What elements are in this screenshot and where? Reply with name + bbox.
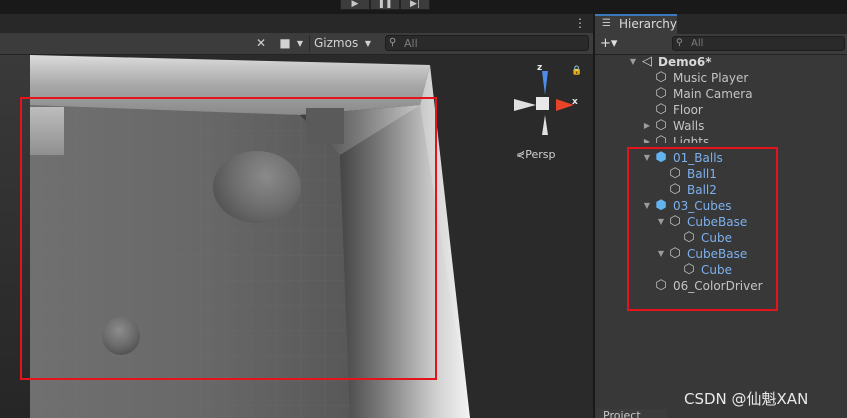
- hierarchy-item-label: Main Camera: [673, 87, 753, 101]
- tools-icon[interactable]: ✕: [251, 35, 271, 52]
- hierarchy-search-input[interactable]: All: [672, 36, 845, 51]
- gizmo-x-label: x: [572, 97, 578, 107]
- hierarchy-item[interactable]: ▶ ⬡ Walls: [595, 118, 847, 134]
- play-icon[interactable]: ▶: [340, 0, 370, 10]
- hierarchy-item[interactable]: ⬡ Floor: [595, 102, 847, 118]
- hierarchy-item-label: Walls: [673, 119, 705, 133]
- watermark: CSDN @仙魁XAN: [684, 390, 809, 408]
- persp-label: Persp: [525, 148, 556, 161]
- scene-menu-icon[interactable]: ⋮: [573, 15, 587, 31]
- hierarchy-item-label: Floor: [673, 103, 703, 117]
- lock-icon[interactable]: 🔒: [571, 65, 582, 77]
- hierarchy-item[interactable]: ⬡ Music Player: [595, 70, 847, 86]
- scene-name: Demo6*: [658, 55, 712, 69]
- gameobject-icon: ⬡: [655, 86, 667, 101]
- expand-arrow-icon[interactable]: ▼: [628, 54, 638, 70]
- scene-highlight-box: [20, 97, 437, 380]
- gizmo-center-cube[interactable]: [536, 97, 549, 110]
- tab-project[interactable]: Project: [597, 409, 667, 418]
- gameobject-icon: ⬡: [655, 134, 667, 143]
- hierarchy-item-label: Music Player: [673, 71, 749, 85]
- gameobject-icon: ⬡: [655, 102, 667, 117]
- chevron-down-icon[interactable]: ▼: [294, 35, 306, 52]
- persp-icon: ⋞: [516, 148, 526, 161]
- scene-root-row[interactable]: ▼ ◁ Demo6*: [595, 54, 847, 70]
- search-icon: ⚲: [389, 37, 397, 48]
- gizmo-neg-x-axis: [514, 99, 536, 111]
- hierarchy-item[interactable]: ▶ ⬡ Lights: [595, 134, 847, 143]
- scene-tab-bar: [0, 14, 593, 33]
- hierarchy-item-label: Lights: [673, 135, 710, 143]
- gameobject-icon: ⬡: [655, 70, 667, 85]
- projection-toggle[interactable]: ⋞Persp: [516, 148, 576, 162]
- add-button[interactable]: +▾: [600, 35, 626, 52]
- hierarchy-highlight-box: [627, 147, 778, 311]
- expand-arrow-icon[interactable]: ▶: [642, 134, 652, 143]
- step-icon[interactable]: ▶|: [400, 0, 430, 10]
- scene-viewport[interactable]: z x 🔒 ⋞Persp: [0, 55, 593, 418]
- gizmos-button[interactable]: Gizmos: [309, 35, 366, 52]
- unity-scene-icon: ◁: [642, 54, 652, 69]
- hierarchy-title: Hierarchy: [619, 17, 678, 31]
- list-icon: ☰: [602, 18, 611, 29]
- scene-search-input[interactable]: All: [385, 35, 589, 51]
- gizmos-dropdown-icon[interactable]: ▼: [361, 35, 375, 52]
- pause-icon[interactable]: ❚❚: [370, 0, 400, 10]
- hierarchy-tab-strip: [677, 14, 847, 34]
- gizmo-neg-z-axis: [542, 115, 548, 135]
- search-icon: ⚲: [676, 38, 683, 48]
- gizmo-z-label: z: [537, 63, 543, 73]
- hierarchy-item[interactable]: ⬡ Main Camera: [595, 86, 847, 102]
- expand-arrow-icon[interactable]: ▶: [642, 118, 652, 134]
- gameobject-icon: ⬡: [655, 118, 667, 133]
- camera-icon[interactable]: ■: [277, 35, 293, 52]
